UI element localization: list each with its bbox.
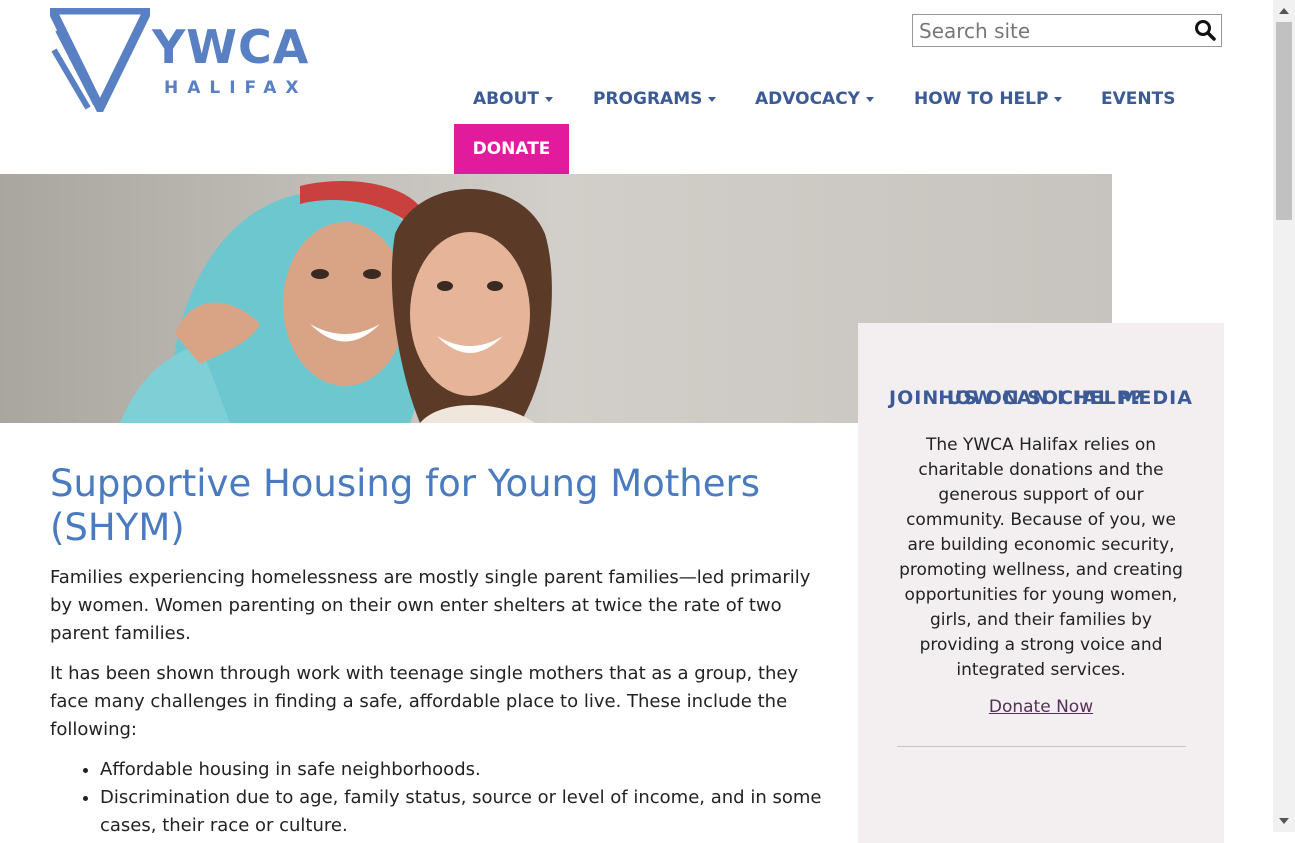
logo-name: YWCA bbox=[152, 20, 310, 74]
nav-item-about[interactable]: ABOUT bbox=[473, 74, 553, 124]
logo-subname: HALIFAX bbox=[164, 78, 308, 98]
social-media-heading: JOIN US ON SOCIAL MEDIA bbox=[889, 387, 1193, 409]
nav-item-label: ADVOCACY bbox=[755, 89, 860, 109]
paragraph: It has been shown through work with teen… bbox=[50, 663, 799, 740]
nav-item-label: PROGRAMS bbox=[593, 89, 703, 109]
ywca-logo[interactable]: YWCA HALIFAX bbox=[50, 8, 312, 112]
donate-now-label: Donate Now bbox=[988, 697, 1094, 717]
scroll-up-arrow-icon[interactable] bbox=[1279, 8, 1289, 14]
sidebar-text: The YWCA Halifax relies on charitable do… bbox=[899, 435, 1183, 680]
nav-item-advocacy[interactable]: ADVOCACY bbox=[755, 74, 874, 124]
list-item: Affordable housing in safe neighborhoods… bbox=[100, 756, 830, 784]
sidebar-help-panel: HOW CAN I HELP? The YWCA Halifax relies … bbox=[858, 323, 1224, 843]
nav-item-label: ABOUT bbox=[473, 89, 539, 109]
scrollbar-thumb[interactable] bbox=[1276, 22, 1292, 220]
main-content: Supportive Housing for Young Mothers (SH… bbox=[50, 462, 830, 840]
nav-item-programs[interactable]: PROGRAMS bbox=[593, 74, 717, 124]
page-title: Supportive Housing for Young Mothers (SH… bbox=[50, 462, 761, 549]
nav-item-events[interactable]: EVENTS bbox=[1101, 74, 1175, 124]
logo-triangle-icon bbox=[50, 8, 150, 112]
caret-down-icon bbox=[866, 96, 874, 102]
nav-item-label: HOW TO HELP bbox=[914, 89, 1049, 109]
paragraph: Families experiencing homelessness are m… bbox=[50, 567, 811, 644]
nav-item-how-to-help[interactable]: HOW TO HELP bbox=[914, 74, 1063, 124]
challenges-list: Affordable housing in safe neighborhoods… bbox=[50, 756, 830, 840]
search-input[interactable] bbox=[919, 19, 1189, 43]
caret-down-icon bbox=[1054, 96, 1063, 102]
caret-down-icon bbox=[544, 96, 553, 102]
search-box bbox=[912, 14, 1222, 47]
scroll-down-arrow-icon[interactable] bbox=[1279, 818, 1289, 824]
nav-item-label: EVENTS bbox=[1101, 89, 1176, 109]
caret-down-icon bbox=[708, 96, 717, 102]
donate-now-link[interactable]: Donate Now bbox=[858, 697, 1224, 717]
sidebar-divider bbox=[897, 746, 1186, 747]
page-scrollbar[interactable] bbox=[1273, 0, 1295, 832]
search-icon[interactable] bbox=[1194, 19, 1216, 41]
donate-button[interactable]: DONATE bbox=[454, 124, 569, 174]
